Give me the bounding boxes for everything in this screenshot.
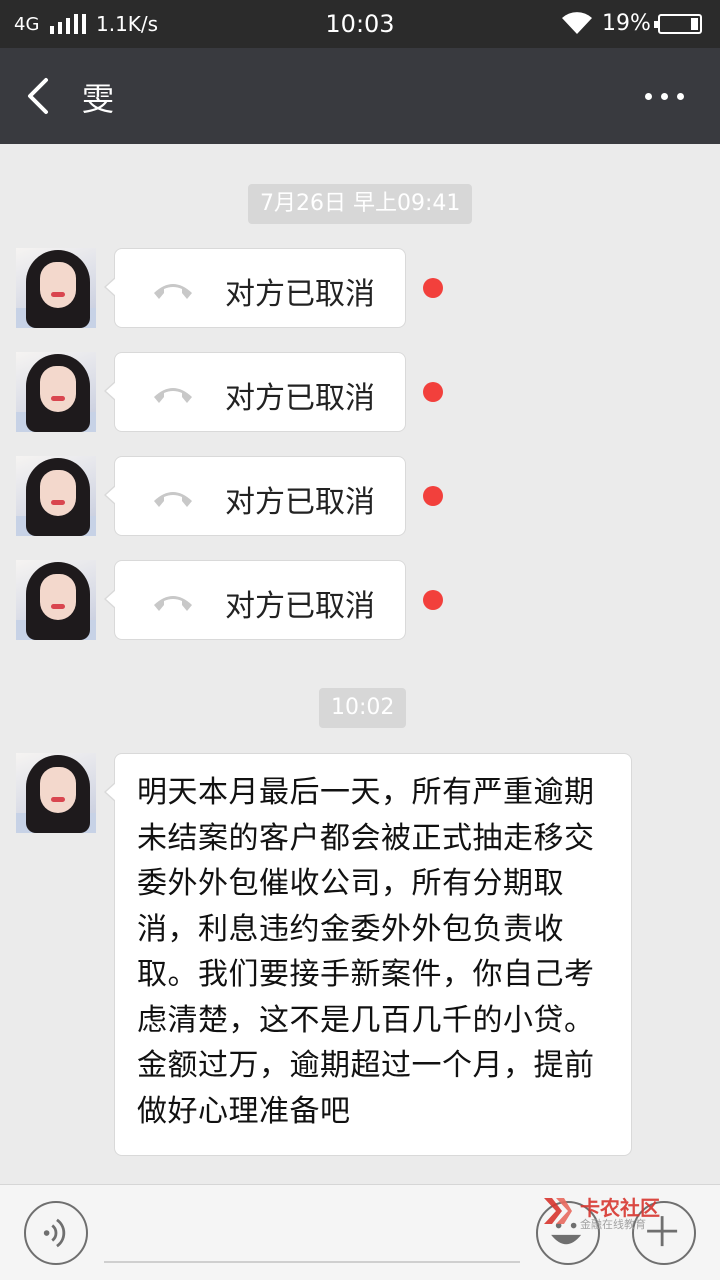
watermark: 卡农社区 金融在线教育: [540, 1190, 680, 1231]
chevron-left-icon[interactable]: [20, 74, 60, 118]
call-status: 对方已取消: [225, 381, 375, 416]
battery-percent: 19%: [602, 11, 651, 36]
avatar[interactable]: [16, 248, 96, 328]
timestamp: 10:02: [319, 688, 407, 728]
watermark-subtitle: 金融在线教育: [580, 1218, 646, 1231]
unread-dot: [423, 486, 443, 506]
unread-dot: [423, 590, 443, 610]
watermark-logo-icon: [544, 1198, 572, 1224]
phone-hangup-icon: [154, 492, 192, 507]
call-status: 对方已取消: [225, 589, 375, 624]
avatar[interactable]: [16, 753, 96, 833]
unread-dot: [423, 278, 443, 298]
unread-dot: [423, 382, 443, 402]
avatar[interactable]: [16, 456, 96, 536]
battery-icon: [654, 14, 702, 34]
phone-hangup-icon: [154, 284, 192, 299]
more-icon[interactable]: [640, 82, 690, 110]
call-bubble[interactable]: 对方已取消: [104, 456, 406, 536]
message-text: 明天本月最后一天，所有严重逾期未结案的客户都会被正式抽走移交委外外包催收公司，所…: [137, 775, 595, 1129]
avatar[interactable]: [16, 560, 96, 640]
phone-hangup-icon: [154, 388, 192, 403]
call-status: 对方已取消: [225, 277, 375, 312]
chat-title: 雯: [82, 80, 115, 118]
call-status: 对方已取消: [225, 485, 375, 520]
voice-button[interactable]: [24, 1201, 88, 1265]
voice-icon: [43, 1218, 66, 1248]
wifi-icon: [562, 12, 592, 34]
status-bar: 4G 1.1K/s 10:03 19%: [0, 0, 720, 48]
message-bubble[interactable]: 明天本月最后一天，所有严重逾期未结案的客户都会被正式抽走移交委外外包催收公司，所…: [104, 753, 632, 1156]
call-bubble[interactable]: 对方已取消: [104, 352, 406, 432]
call-bubble[interactable]: 对方已取消: [104, 560, 406, 640]
timestamp: 7月26日 早上09:41: [248, 184, 473, 224]
title-bar: 雯: [0, 48, 720, 144]
message-input[interactable]: [104, 1205, 520, 1263]
battery-level: [691, 18, 698, 30]
call-bubble[interactable]: 对方已取消: [104, 248, 406, 328]
phone-hangup-icon: [154, 596, 192, 611]
avatar[interactable]: [16, 352, 96, 432]
